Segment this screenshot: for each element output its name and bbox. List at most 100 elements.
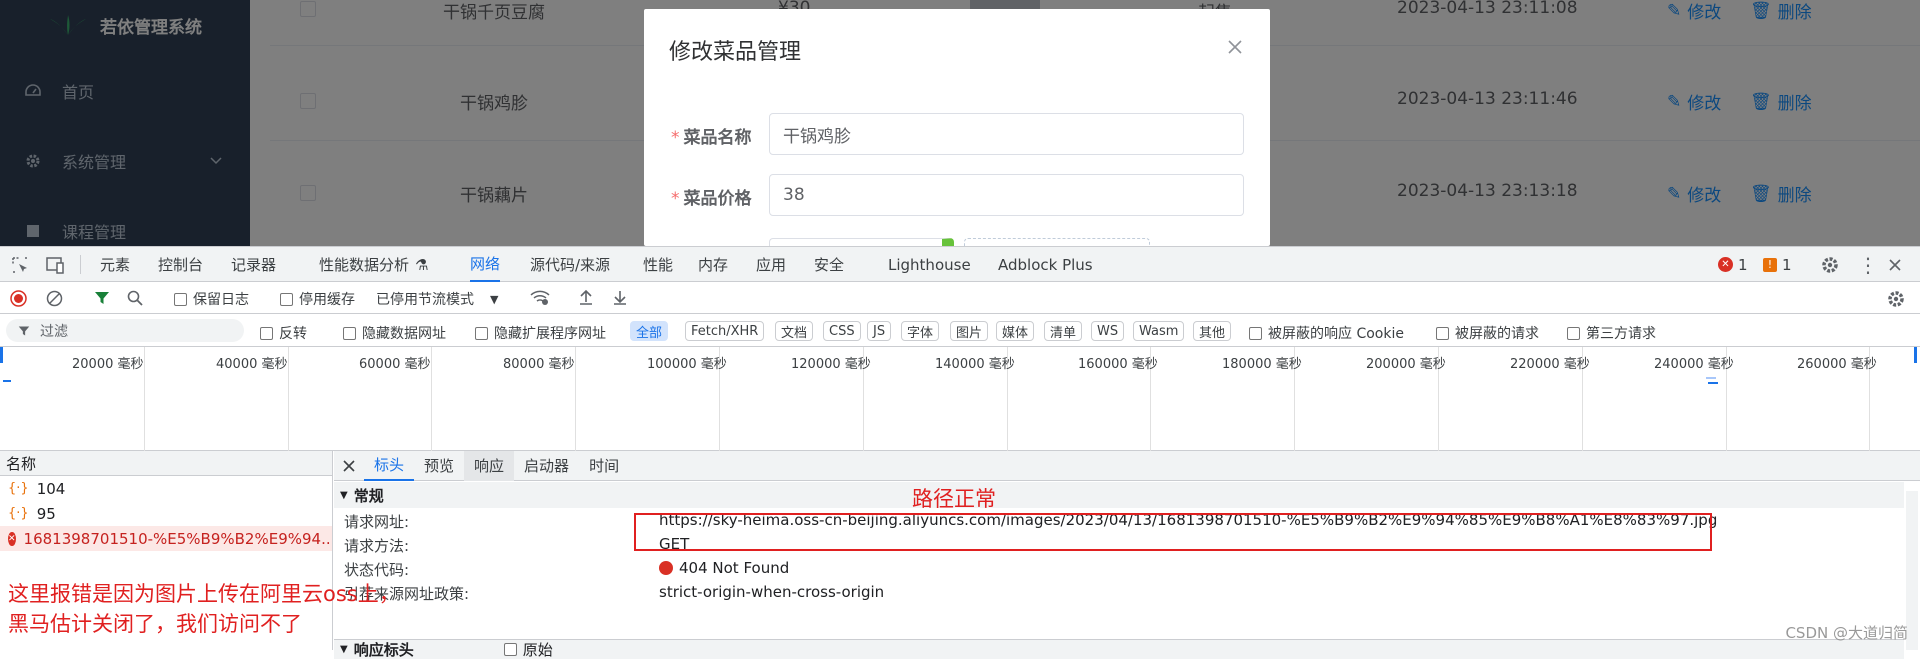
- timeline-right-handle[interactable]: [1914, 347, 1917, 363]
- disable-cache-checkbox[interactable]: 停用缓存: [280, 289, 355, 309]
- blocked-requests-checkbox[interactable]: 被屏蔽的请求: [1436, 323, 1539, 343]
- tab-recorder[interactable]: 记录器: [231, 247, 276, 282]
- timeline-tick-label: 120000 毫秒: [791, 353, 861, 372]
- search-icon[interactable]: [127, 290, 143, 306]
- timeline-tick-label: 40000 毫秒: [216, 353, 286, 372]
- network-overview-timeline[interactable]: 20000 毫秒40000 毫秒60000 毫秒80000 毫秒100000 毫…: [0, 347, 1920, 451]
- type-filter-css[interactable]: CSS: [823, 321, 861, 341]
- throttle-value: 已停用节流模式: [376, 289, 474, 309]
- type-filter-font[interactable]: 字体: [901, 321, 939, 341]
- request-url-key: 请求网址:: [344, 511, 409, 532]
- export-har-icon[interactable]: [612, 289, 628, 306]
- tab-network[interactable]: 网络: [470, 247, 500, 282]
- section-general[interactable]: ▼常规: [334, 482, 1904, 508]
- warning-count: 1: [1782, 256, 1792, 274]
- tab-security[interactable]: 安全: [814, 247, 844, 282]
- device-toggle-icon[interactable]: [44, 247, 66, 282]
- type-filter-doc[interactable]: 文档: [775, 321, 813, 341]
- type-filter-js[interactable]: JS: [867, 321, 891, 341]
- tab-timing[interactable]: 时间: [579, 451, 629, 481]
- type-filter-wasm[interactable]: Wasm: [1133, 321, 1184, 341]
- network-conditions-icon[interactable]: [530, 289, 550, 306]
- error-count: 1: [1738, 256, 1748, 274]
- invert-label: 反转: [279, 323, 307, 343]
- dish-price-input[interactable]: 38: [769, 174, 1244, 216]
- tab-application[interactable]: 应用: [756, 247, 786, 282]
- tab-elements[interactable]: 元素: [100, 247, 130, 282]
- type-filter-manifest[interactable]: 清单: [1044, 321, 1082, 341]
- more-options-icon[interactable]: ⋮: [1858, 247, 1878, 282]
- checkbox-box: [475, 327, 488, 340]
- network-settings-icon[interactable]: [1886, 289, 1906, 309]
- type-filter-other[interactable]: 其他: [1193, 321, 1231, 341]
- tab-console[interactable]: 控制台: [158, 247, 203, 282]
- network-filterbar: 过滤 反转 隐藏数据网址 隐藏扩展程序网址 全部 Fetch/XHR 文档 CS…: [0, 314, 1920, 347]
- checkbox-box: [343, 327, 356, 340]
- request-row-error[interactable]: ✕1681398701510-%E5%B9%B2%E9%94...: [0, 526, 332, 551]
- timeline-tick-line: [288, 347, 289, 451]
- section-response-headers[interactable]: ▼响应标头原始: [334, 639, 1904, 659]
- section-title: 响应标头: [354, 639, 414, 660]
- status-code-value: 404 Not Found: [659, 559, 789, 577]
- timeline-tick-label: 100000 毫秒: [647, 353, 717, 372]
- tab-response[interactable]: 响应: [464, 451, 514, 481]
- blocked-cookies-label: 被屏蔽的响应 Cookie: [1268, 323, 1404, 343]
- import-har-icon[interactable]: [578, 289, 594, 306]
- column-header-name[interactable]: 名称: [0, 451, 332, 476]
- tab-preview[interactable]: 预览: [414, 451, 464, 481]
- clear-icon[interactable]: [46, 290, 63, 307]
- type-filter-img[interactable]: 图片: [950, 321, 988, 341]
- timeline-left-handle[interactable]: [0, 347, 3, 363]
- tab-initiator[interactable]: 启动器: [514, 451, 579, 481]
- request-row[interactable]: {·}95: [0, 501, 332, 526]
- blocked-cookies-checkbox[interactable]: 被屏蔽的响应 Cookie: [1249, 323, 1404, 343]
- close-devtools-icon[interactable]: [1887, 247, 1903, 282]
- invert-checkbox[interactable]: 反转: [260, 323, 307, 343]
- warning-counter[interactable]: !1: [1763, 247, 1792, 282]
- warning-icon: !: [1763, 258, 1777, 272]
- preserve-log-checkbox[interactable]: 保留日志: [174, 289, 249, 309]
- filter-input[interactable]: 过滤: [6, 319, 244, 342]
- raw-checkbox[interactable]: 原始: [504, 639, 553, 660]
- third-party-checkbox[interactable]: 第三方请求: [1567, 323, 1656, 343]
- tab-performance-insights[interactable]: 性能数据分析 ⚗: [319, 247, 428, 282]
- tab-performance[interactable]: 性能: [643, 247, 673, 282]
- timeline-tick-line: [575, 347, 576, 451]
- tab-adblock[interactable]: Adblock Plus: [998, 247, 1093, 282]
- tab-headers[interactable]: 标头: [364, 451, 414, 481]
- checkbox-box: [1436, 327, 1449, 340]
- preserve-log-label: 保留日志: [193, 289, 249, 309]
- annotation-path-ok: 路径正常: [912, 483, 996, 513]
- dish-price-label: *菜品价格: [671, 184, 752, 209]
- edit-dish-dialog: 修改菜品管理 *菜品名称 干锅鸡胗 *菜品价格 38: [644, 9, 1270, 246]
- tab-lighthouse[interactable]: Lighthouse: [888, 247, 971, 282]
- inspect-element-icon[interactable]: [10, 247, 30, 282]
- tab-label: 性能数据分析: [319, 254, 409, 275]
- request-row[interactable]: {·}104: [0, 476, 332, 501]
- tab-sources[interactable]: 源代码/来源: [530, 247, 610, 282]
- checkbox-box: [174, 293, 187, 306]
- network-toolbar: 保留日志 停用缓存 已停用节流模式▼: [0, 282, 1920, 314]
- error-counter[interactable]: ✕1: [1718, 247, 1748, 282]
- timeline-tick-label: 140000 毫秒: [935, 353, 1005, 372]
- type-filter-ws[interactable]: WS: [1091, 321, 1124, 341]
- record-stop-icon[interactable]: [10, 290, 27, 307]
- filter-funnel-icon[interactable]: [94, 290, 110, 306]
- settings-gear-icon[interactable]: [1820, 247, 1840, 282]
- type-filter-fetch[interactable]: Fetch/XHR: [685, 321, 764, 341]
- throttle-select[interactable]: 已停用节流模式▼: [376, 289, 498, 309]
- annotation-explain-line2: 黑马估计关闭了，我们访问不了: [8, 608, 302, 638]
- referrer-policy-value: strict-origin-when-cross-origin: [659, 583, 884, 601]
- close-detail-icon[interactable]: [334, 451, 364, 481]
- dish-name-input[interactable]: 干锅鸡胗: [769, 113, 1244, 155]
- image-upload-box[interactable]: [964, 238, 1150, 246]
- image-upload-preview[interactable]: [769, 238, 954, 246]
- hide-data-urls-checkbox[interactable]: 隐藏数据网址: [343, 323, 446, 343]
- timeline-tick-line: [431, 347, 432, 451]
- type-filter-all[interactable]: 全部: [630, 321, 668, 341]
- type-filter-media[interactable]: 媒体: [996, 321, 1034, 341]
- flask-icon: ⚗: [415, 256, 428, 274]
- hide-ext-urls-checkbox[interactable]: 隐藏扩展程序网址: [475, 323, 606, 343]
- tab-memory[interactable]: 内存: [698, 247, 728, 282]
- close-icon[interactable]: [1225, 37, 1245, 57]
